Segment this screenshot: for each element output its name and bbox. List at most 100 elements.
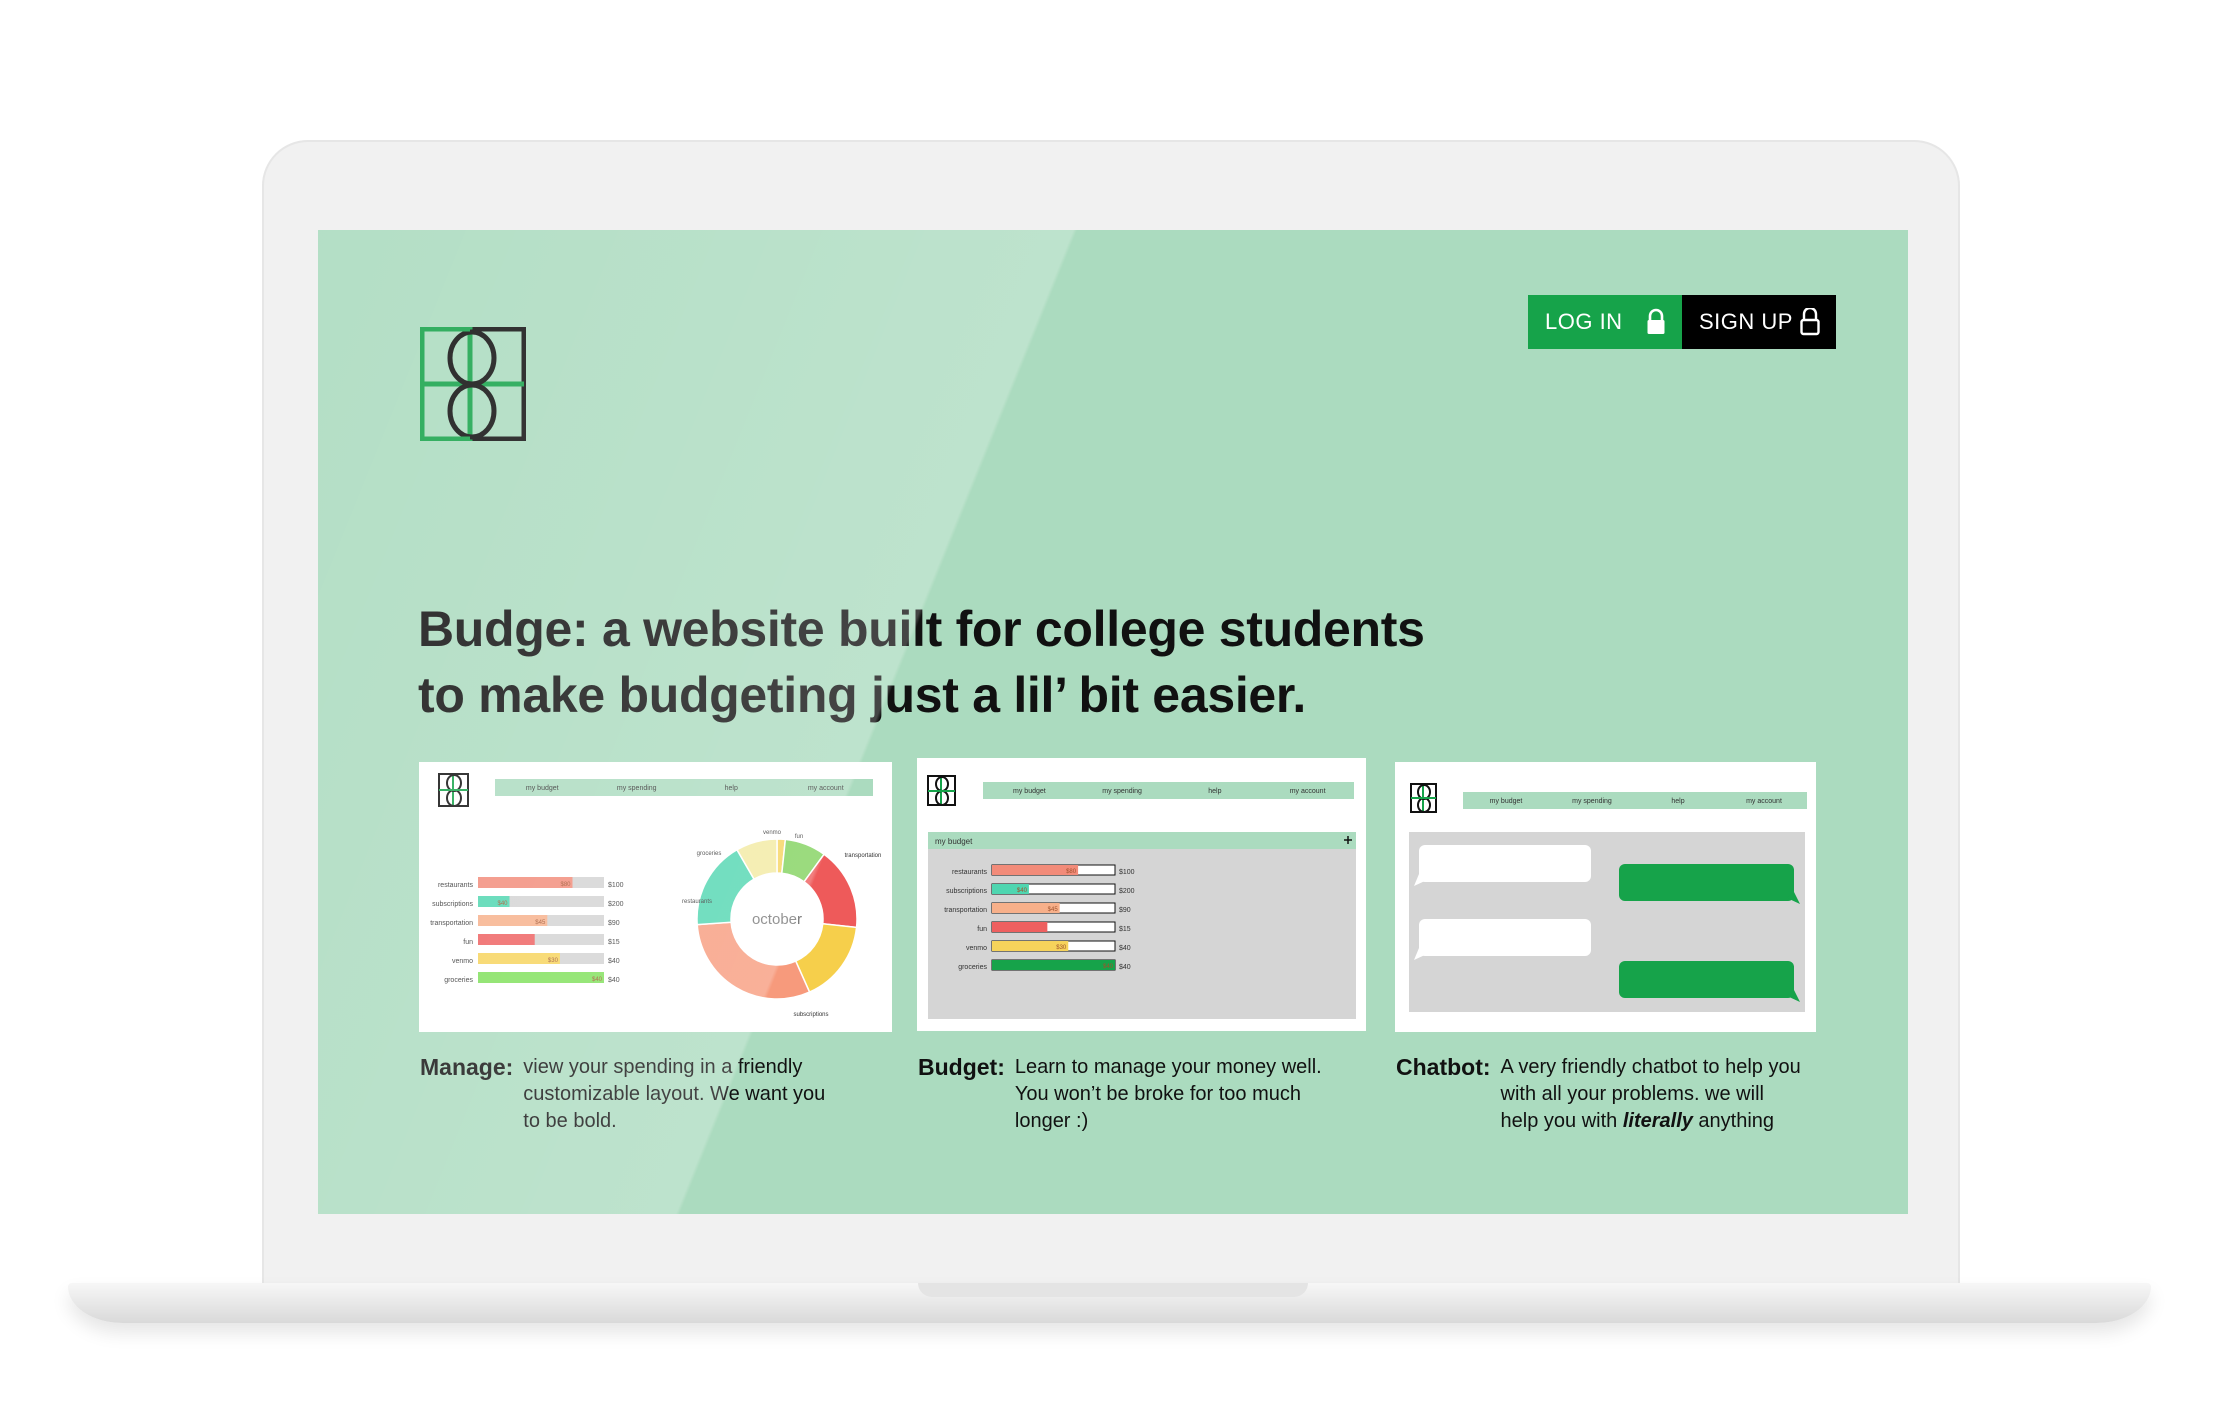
budget-preview-card[interactable]: my budget my spending help my account my bu… [917, 758, 1366, 1031]
donut-center-label: october [752, 911, 802, 928]
category-label: fun [977, 926, 987, 933]
manage-preview-image: my budget my spending help my account resta… [430, 773, 881, 1018]
donut-label: restaurants [682, 899, 712, 905]
category-label: venmo [452, 958, 473, 965]
budget-panel-header [928, 832, 1356, 849]
feature-line: You won’t be broke for too much [1014, 1083, 1301, 1105]
preview-nav-item: my account [1290, 788, 1326, 795]
category-bar-value: $40 [498, 901, 509, 907]
category-label: transportation [430, 920, 473, 927]
category-budget: $15 [608, 939, 620, 946]
lock-icon [1647, 308, 1665, 334]
category-bar-fill [478, 877, 573, 888]
spending-rows: restaurants $80 $100 subscriptions $40 $200 tr… [430, 877, 624, 984]
feature-line: customizable layout. We want you [523, 1083, 826, 1105]
category-label: fun [463, 939, 473, 946]
category-budget: $100 [1119, 869, 1135, 876]
feature-budget: Budget: Learn to manage your money well.… [918, 1054, 1358, 1135]
category-budget: $15 [1119, 926, 1131, 933]
feature-line: longer :) [1014, 1110, 1089, 1132]
category-label: subscriptions [432, 901, 473, 908]
mini-logo-icon [1410, 783, 1437, 813]
feature-title: Manage: [420, 1054, 514, 1080]
spending-donut: october venmo fun transportation groceries re… [682, 830, 881, 1018]
chat-bubble-bot [1419, 919, 1591, 956]
budge-logo-icon[interactable] [420, 327, 526, 441]
hero-line-1: Budge: a website built for college stude… [418, 601, 1425, 657]
category-label: groceries [958, 964, 987, 971]
budget-header-label: my budget [935, 837, 973, 846]
feature-description: Learn to manage your money well. You won… [1015, 1054, 1322, 1135]
category-label: restaurants [438, 882, 474, 889]
category-budget: $40 [1119, 964, 1131, 971]
category-budget: $100 [608, 882, 624, 889]
category-bar-value: $80 [1066, 869, 1077, 875]
hero-headline: Budge: a website built for college stude… [418, 596, 1518, 728]
feature-description: view your spending in a friendly customi… [523, 1054, 825, 1135]
category-bar-value: $80 [561, 882, 572, 888]
category-bar-value: $40 [1103, 964, 1114, 970]
unlock-icon [1800, 308, 1820, 336]
donut-slice [696, 921, 811, 1000]
feature-line: with all your problems. we will [1500, 1083, 1764, 1105]
preview-nav-item: my budget [526, 785, 559, 792]
feature-emphasis: literally [1622, 1110, 1693, 1132]
category-budget: $40 [608, 958, 620, 965]
chat-bubble-user [1619, 961, 1794, 998]
laptop-notch [918, 1283, 1308, 1297]
category-bar-fill [478, 972, 604, 983]
manage-preview-card[interactable]: my budget my spending help my account resta… [419, 762, 892, 1032]
chatbot-preview-image: my budget my spending help my account [1409, 783, 1807, 1012]
feature-title: Budget: [918, 1054, 1005, 1080]
category-bar-fill [478, 934, 535, 945]
category-budget: $200 [1119, 888, 1135, 895]
laptop-screen: LOG IN SIGN UP Budge: a website built fo… [318, 230, 1908, 1214]
category-bar-value: $40 [592, 977, 603, 983]
preview-nav-item: my spending [1572, 798, 1612, 805]
preview-nav-item: help [1208, 788, 1221, 795]
preview-nav-item: my account [808, 785, 844, 792]
preview-nav-item: help [725, 785, 738, 792]
feature-description: A very friendly chatbot to help you with… [1501, 1054, 1801, 1135]
category-label: restaurants [952, 869, 988, 876]
category-bar-value: $30 [1056, 945, 1067, 951]
log-in-label: LOG IN [1545, 309, 1623, 334]
mini-logo-icon [927, 775, 956, 806]
feature-title: Chatbot: [1396, 1054, 1491, 1080]
preview-nav-item: my budget [1013, 788, 1046, 795]
category-budget: $200 [608, 901, 624, 908]
category-bar-fill [992, 960, 1115, 970]
chat-bubble-user [1619, 864, 1794, 901]
category-label: transportation [944, 907, 987, 914]
feature-line: help you with literally anything [1501, 1108, 1801, 1135]
mini-logo-icon [438, 773, 469, 807]
category-budget: $90 [1119, 907, 1131, 914]
preview-nav-item: my budget [1490, 798, 1523, 805]
feature-text: anything [1692, 1110, 1775, 1132]
feature-manage: Manage: view your spending in a friendly… [420, 1054, 860, 1135]
category-label: venmo [966, 945, 987, 952]
chatbot-preview-card[interactable]: my budget my spending help my account [1395, 762, 1816, 1032]
donut-label: venmo [763, 830, 782, 836]
preview-nav-item: my spending [617, 785, 657, 792]
feature-chatbot: Chatbot: A very friendly chatbot to help… [1396, 1054, 1836, 1135]
category-budget: $90 [608, 920, 620, 927]
feature-text: help you with [1500, 1110, 1623, 1132]
donut-label: subscriptions [793, 1012, 828, 1018]
chat-bubble-bot [1419, 845, 1591, 882]
category-bar-value: $45 [535, 920, 546, 926]
feature-line: Learn to manage your money well. [1014, 1056, 1322, 1078]
feature-line: view your spending in a friendly [523, 1056, 803, 1078]
sign-up-button[interactable]: SIGN UP [1682, 295, 1836, 349]
category-bar-value: $45 [1048, 907, 1059, 913]
donut-label: groceries [697, 851, 722, 857]
sign-up-label: SIGN UP [1699, 309, 1793, 334]
category-label: subscriptions [946, 888, 987, 895]
feature-line: to be bold. [523, 1110, 617, 1132]
donut-label: fun [795, 834, 803, 840]
feature-line: A very friendly chatbot to help you [1500, 1056, 1801, 1078]
category-bar-fill [992, 922, 1048, 932]
category-label: groceries [444, 977, 473, 984]
budget-preview-image: my budget my spending help my account my bu… [927, 775, 1356, 1019]
log-in-button[interactable]: LOG IN [1528, 295, 1682, 349]
